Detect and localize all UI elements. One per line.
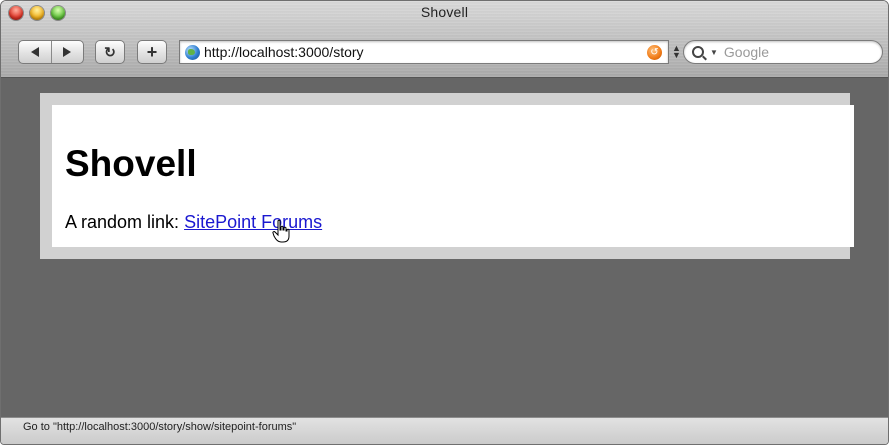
search-engine-menu[interactable]: ▼ xyxy=(692,46,718,58)
chevron-down-icon: ▼ xyxy=(710,47,718,57)
nav-button-group xyxy=(18,40,84,64)
add-bookmark-button[interactable]: + xyxy=(137,40,167,64)
search-icon xyxy=(692,46,704,58)
window-title: Shovell xyxy=(420,4,469,20)
reload-icon: ↻ xyxy=(104,43,116,60)
search-field[interactable]: ▼ Google xyxy=(683,40,883,64)
search-input[interactable]: Google xyxy=(724,44,769,60)
content-card-inner: Shovell A random link: SitePoint Forums xyxy=(52,105,854,247)
url-history-icon[interactable]: ▲ ▼ xyxy=(672,44,681,60)
window-chrome: Shovell ↻ + http://localhost:3000/story … xyxy=(1,1,888,78)
snapback-icon[interactable]: ↺ xyxy=(647,44,662,60)
browser-window: Shovell ↻ + http://localhost:3000/story … xyxy=(0,0,889,445)
sitepoint-forums-link[interactable]: SitePoint Forums xyxy=(184,212,322,232)
status-text: Go to "http://localhost:3000/story/show/… xyxy=(23,421,297,433)
back-arrow-icon xyxy=(30,47,39,57)
address-input[interactable]: http://localhost:3000/story xyxy=(204,44,647,60)
globe-icon xyxy=(185,44,200,60)
address-bar[interactable]: http://localhost:3000/story ↺ xyxy=(179,40,669,64)
hand-cursor-icon xyxy=(272,219,290,243)
page-viewport: Shovell A random link: SitePoint Forums xyxy=(1,78,888,417)
forward-arrow-icon xyxy=(63,47,72,57)
status-bar: Go to "http://localhost:3000/story/show/… xyxy=(1,417,888,444)
reload-button[interactable]: ↻ xyxy=(95,40,125,64)
random-link-label: A random link: xyxy=(65,212,185,232)
back-button[interactable] xyxy=(19,41,51,63)
page-title: Shovell xyxy=(65,143,197,184)
add-icon: + xyxy=(146,41,158,62)
forward-button[interactable] xyxy=(51,41,83,63)
content-card: Shovell A random link: SitePoint Forums xyxy=(40,93,854,259)
